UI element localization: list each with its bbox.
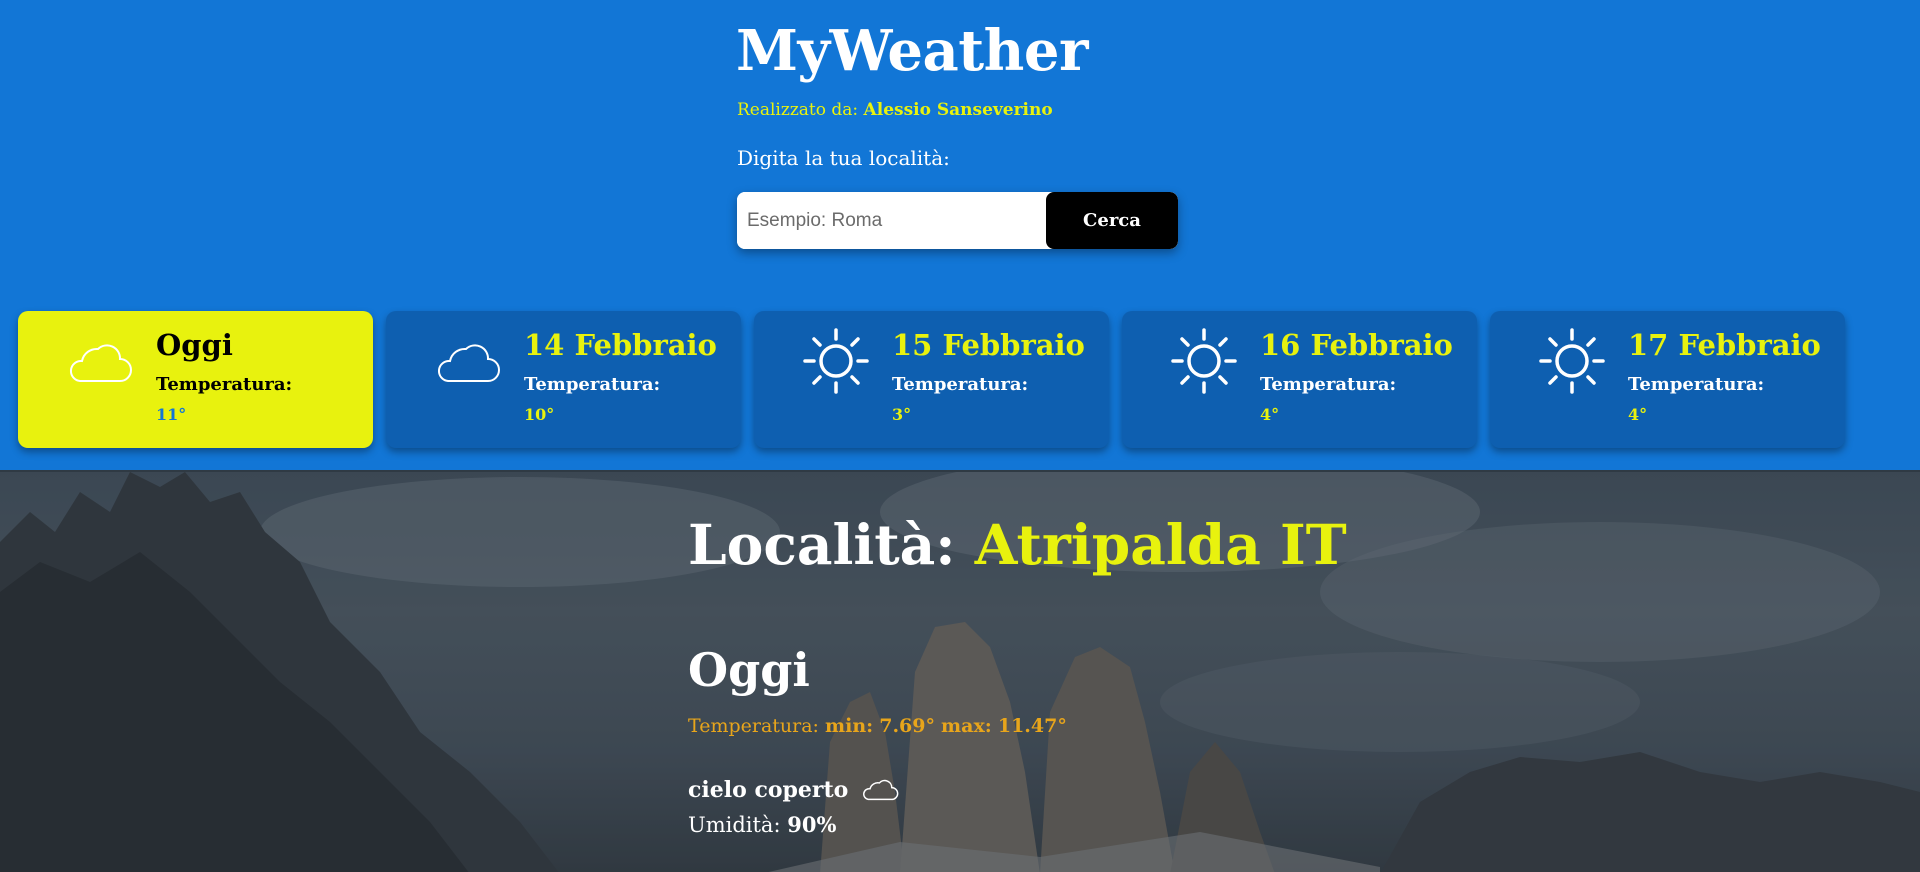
sun-icon [1539,328,1605,394]
forecast-card-today[interactable]: Oggi Temperatura: 11° [18,311,373,448]
author-name: Alessio Sanseverino [863,100,1053,120]
cloud-icon [438,344,500,382]
location-heading: Località: Atripalda IT [688,512,1347,578]
search-input[interactable] [737,192,1046,249]
humidity-label: Umidità: [688,813,781,837]
forecast-card-title: 16 Febbraio [1260,328,1453,362]
forecast-card-temp: 3° [892,405,912,424]
credit-label: Realizzato da: [737,100,859,120]
forecast-card-temp: 4° [1260,405,1280,424]
temp-max-label: max: [941,715,992,737]
weather-detail-section: Località: Atripalda IT Oggi Temperatura:… [0,470,1920,872]
forecast-card-temp-label: Temperatura: [156,374,293,395]
temperature-range: Temperatura: min: 7.69° max: 11.47° [688,714,1067,738]
forecast-card-title: 14 Febbraio [524,328,717,362]
forecast-card-16-febbraio[interactable]: 16 Febbraio Temperatura: 4° [1122,311,1477,448]
temp-min-value: 7.69° [879,715,935,737]
forecast-card-title: 15 Febbraio [892,328,1085,362]
cloud-icon [70,344,132,382]
temp-max-value: 11.47° [997,715,1067,737]
sun-icon [803,328,869,394]
forecast-card-title: Oggi [156,328,233,362]
humidity-value: 90% [787,812,837,837]
forecast-card-temp-label: Temperatura: [892,374,1029,395]
forecast-card-17-febbraio[interactable]: 17 Febbraio Temperatura: 4° [1490,311,1845,448]
forecast-card-temp-label: Temperatura: [1260,374,1397,395]
weather-description-text: cielo coperto [688,777,849,803]
sun-icon [1171,328,1237,394]
forecast-card-temp: 11° [156,405,187,424]
temp-range-label: Temperatura: [688,715,819,737]
location-value: Atripalda IT [974,512,1347,577]
app-header: MyWeather Realizzato da: Alessio Sanseve… [0,0,1920,470]
temp-min-label: min: [825,715,874,737]
search-form: Cerca [737,192,1178,249]
humidity: Umidità: 90% [688,812,836,838]
forecast-card-14-febbraio[interactable]: 14 Febbraio Temperatura: 10° [386,311,741,448]
search-prompt: Digita la tua località: [737,146,950,170]
forecast-card-15-febbraio[interactable]: 15 Febbraio Temperatura: 3° [754,311,1109,448]
location-label: Località: [688,512,956,577]
forecast-card-title: 17 Febbraio [1628,328,1821,362]
forecast-card-temp: 10° [524,405,555,424]
search-button[interactable]: Cerca [1046,192,1178,249]
detail-day-title: Oggi [688,643,810,697]
author-credit: Realizzato da: Alessio Sanseverino [737,99,1053,121]
forecast-card-temp: 4° [1628,405,1648,424]
forecast-cards: Oggi Temperatura: 11° 14 Febbraio Temper… [18,311,1845,448]
weather-description: cielo coperto [688,770,900,810]
forecast-card-temp-label: Temperatura: [524,374,661,395]
app-title: MyWeather [736,18,1088,84]
cloud-icon [863,779,899,801]
forecast-card-temp-label: Temperatura: [1628,374,1765,395]
